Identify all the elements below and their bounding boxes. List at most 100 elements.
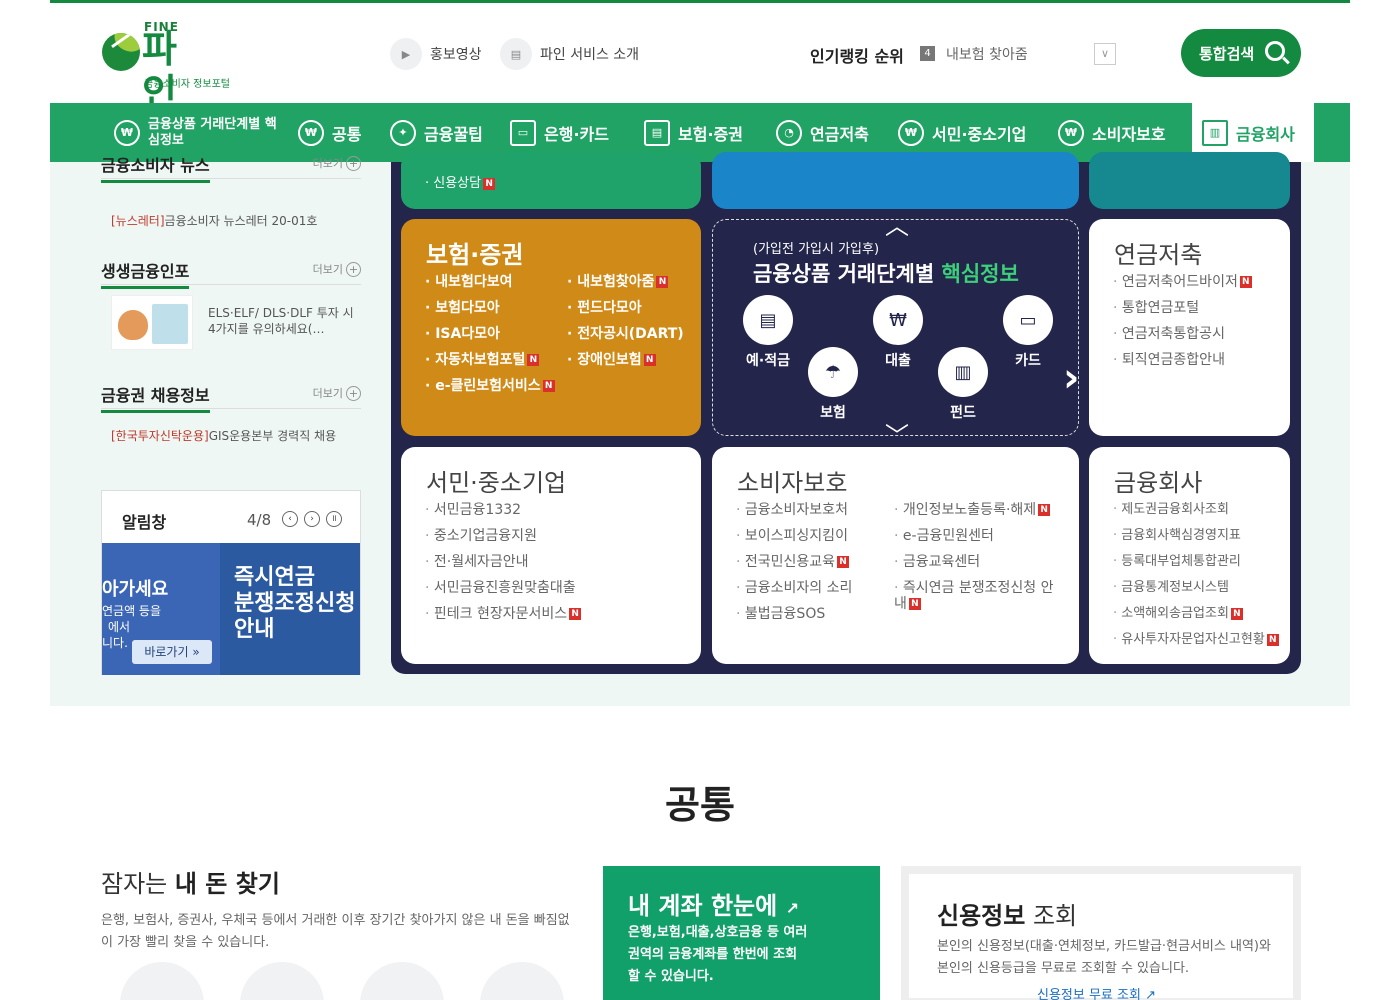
- info-item-text[interactable]: ELS·ELF/ DLS·DLF 투자 시 4가지를 유의하세요(…: [208, 305, 358, 337]
- insurance-link[interactable]: 전자공시(DART): [567, 321, 683, 347]
- jobs-more-link[interactable]: 더보기 +: [310, 386, 361, 402]
- money-bag-icon[interactable]: [480, 962, 564, 1000]
- deposit-label[interactable]: 예·적금: [738, 350, 798, 370]
- fincomp-link[interactable]: 등록대부업체통합관리: [1113, 549, 1279, 575]
- info-thumbnail[interactable]: [111, 295, 193, 350]
- notice-panel: 알림창 4/8 ‹ › ॥ 아가세요 연금액 등을 에서 니다. 바로가기 »: [101, 490, 361, 675]
- nav-label-bank-card: 은행·카드: [544, 124, 609, 144]
- top1-item[interactable]: · 신용상담 N: [425, 172, 496, 191]
- chevron-right-icon[interactable]: ›: [1063, 355, 1078, 401]
- smb-link[interactable]: 서민금융1332: [425, 497, 581, 523]
- consumer-link[interactable]: 금융소비자의 소리: [736, 575, 853, 601]
- consumer-link-label: e-금융민원센터: [902, 528, 994, 544]
- jobs-more-label: 더보기: [312, 387, 343, 400]
- fincomp-link[interactable]: 금융통계정보시스템: [1113, 575, 1279, 601]
- insurance-label[interactable]: 보험: [803, 402, 863, 422]
- chevron-up-icon[interactable]: ︿: [885, 220, 909, 241]
- credit-info-link[interactable]: 신용정보 무료 조회 ↗: [1037, 984, 1156, 1000]
- chart-icon[interactable]: ▥: [938, 347, 988, 397]
- banner-go-button[interactable]: 바로가기 »: [132, 640, 212, 664]
- loan-label[interactable]: 대출: [868, 350, 928, 370]
- smb-link-label: 서민금융1332: [433, 502, 522, 518]
- consumer-link-label: 보이스피싱지킴이: [744, 528, 848, 544]
- smb-link[interactable]: 전·월세자금안내: [425, 549, 581, 575]
- search-button[interactable]: 통합검색: [1181, 29, 1301, 77]
- info-more-label: 더보기: [312, 263, 343, 276]
- insurance-list-2: 내보험찾아줌N 펀드다모아 전자공시(DART) 장애인보험N: [567, 269, 684, 373]
- chevron-down-icon[interactable]: ﹀: [885, 416, 909, 435]
- consumer-link[interactable]: 즉시연금 분쟁조정신청 안내N: [894, 575, 1066, 612]
- dormant-money-desc: 은행, 보험사, 증권사, 우체국 등에서 거래한 이후 장기간 찾아가지 않은…: [101, 913, 570, 950]
- insurance-link[interactable]: 내보험찾아줌N: [567, 269, 684, 295]
- consumer-link[interactable]: 보이스피싱지킴이: [736, 523, 852, 549]
- piggy-bank-icon: ◔: [776, 119, 802, 146]
- common-section-title: 공통: [665, 783, 735, 827]
- smb-title: 서민·중소기업: [426, 469, 567, 497]
- fincomp-link[interactable]: 금융회사핵심경영지표: [1113, 523, 1279, 549]
- logo[interactable]: FINE 파 인 금융소비자 정보포털: [102, 19, 242, 115]
- insurance-title: 보험·증권: [426, 241, 524, 269]
- jobs-item[interactable]: [한국투자신탁운용]GIS운용본부 경력직 채용: [111, 427, 336, 444]
- loan-icon[interactable]: ₩: [873, 295, 923, 345]
- card-icon[interactable]: ▭: [1003, 295, 1053, 345]
- info-more-link[interactable]: 더보기 +: [310, 262, 361, 278]
- pension-link[interactable]: 연금저축어드바이저N: [1113, 269, 1252, 295]
- umbrella-icon[interactable]: [240, 962, 324, 1000]
- chevron-left-icon[interactable]: ‹: [713, 355, 715, 401]
- insurance-link[interactable]: 보험다모아: [425, 295, 555, 321]
- insurance-link[interactable]: 자동차보험포털N: [425, 347, 555, 373]
- divider: [101, 284, 361, 285]
- chevron-down-icon[interactable]: ∨: [1094, 43, 1116, 65]
- ranking-item[interactable]: 내보험 찾아줌: [946, 44, 1028, 64]
- insurance-link[interactable]: 장애인보험N: [567, 347, 684, 373]
- banner-title: 즉시연금 분쟁조정신청 안내: [234, 565, 356, 642]
- smb-link[interactable]: 핀테크 현장자문서비스N: [425, 601, 582, 627]
- notice-banner[interactable]: 아가세요 연금액 등을 에서 니다. 바로가기 » 즉시연금 분쟁조정신청 안내: [102, 543, 360, 675]
- card-label[interactable]: 카드: [998, 350, 1058, 370]
- consumer-link[interactable]: 불법금융SOS: [736, 601, 852, 627]
- news-item[interactable]: [뉴스레터]금융소비자 뉴스레터 20-01호: [111, 212, 317, 229]
- account-lookup-card[interactable]: 내 계좌 한눈에 ↗ 은행,보험,대출,상호금융 등 여러 권역의 금융계좌를 …: [603, 866, 880, 1000]
- card-top-teal[interactable]: [1089, 152, 1290, 209]
- card-consumer: 소비자보호 금융소비자보호처 보이스피싱지킴이 전국민신용교육N 금융소비자의 …: [712, 447, 1079, 664]
- core-info-title-highlight: 핵심정보: [941, 262, 1019, 286]
- locked-document-icon: [152, 304, 188, 344]
- bank-icon[interactable]: [120, 962, 204, 1000]
- umbrella-icon[interactable]: ☂: [808, 347, 858, 397]
- smb-link-label: 핀테크 현장자문서비스: [433, 606, 568, 622]
- fincomp-link[interactable]: 제도권금융회사조회: [1113, 497, 1279, 523]
- consumer-link[interactable]: 개인정보노출등록·해제N: [894, 497, 1066, 523]
- insurance-link[interactable]: e-클린보험서비스N: [425, 373, 555, 399]
- consumer-link[interactable]: 전국민신용교육N: [736, 549, 852, 575]
- card-top-green[interactable]: · 신용상담 N: [401, 152, 701, 209]
- stock-icon[interactable]: [360, 962, 444, 1000]
- next-icon[interactable]: ›: [304, 511, 320, 527]
- card-top-blue[interactable]: [712, 152, 1079, 209]
- pension-link[interactable]: 퇴직연금종합안내: [1113, 347, 1252, 373]
- insurance-link-label: 내보험찾아줌: [577, 274, 655, 290]
- search-label: 통합검색: [1199, 44, 1255, 63]
- insurance-link[interactable]: 펀드다모아: [567, 295, 684, 321]
- fincomp-link-label: 금융통계정보시스템: [1121, 580, 1229, 595]
- insurance-link[interactable]: 내보험다보여: [425, 269, 555, 295]
- credit-title-b: 조회: [1025, 902, 1078, 930]
- insurance-link[interactable]: ISA다모아: [425, 321, 555, 347]
- nav-label-tips: 금융꿀팁: [424, 124, 483, 144]
- promo-video-link[interactable]: ▶ 홍보영상: [390, 38, 482, 70]
- prev-icon[interactable]: ‹: [282, 511, 298, 527]
- pause-icon[interactable]: ॥: [326, 511, 342, 527]
- smb-link[interactable]: 중소기업금융지원: [425, 523, 581, 549]
- pension-link[interactable]: 연금저축통합공시: [1113, 321, 1252, 347]
- nav-item-common[interactable]: ₩ 공통: [290, 103, 382, 162]
- consumer-link[interactable]: 금융소비자보호처: [736, 497, 852, 523]
- consumer-link[interactable]: e-금융민원센터: [894, 523, 1066, 549]
- smb-link[interactable]: 서민금융진흥원맞춤대출: [425, 575, 581, 601]
- fund-label[interactable]: 펀드: [933, 402, 993, 422]
- consumer-link[interactable]: 금융교육센터: [894, 549, 1066, 575]
- fincomp-link[interactable]: 소액해외송금업조회N: [1113, 601, 1279, 627]
- deposit-icon[interactable]: ▤: [743, 295, 793, 345]
- news-more-link[interactable]: 더보기 +: [310, 156, 361, 172]
- fincomp-link[interactable]: 유사투자자문업자신고현황N: [1113, 627, 1279, 653]
- service-intro-link[interactable]: ▤ 파인 서비스 소개: [500, 38, 639, 70]
- pension-link[interactable]: 통합연금포털: [1113, 295, 1252, 321]
